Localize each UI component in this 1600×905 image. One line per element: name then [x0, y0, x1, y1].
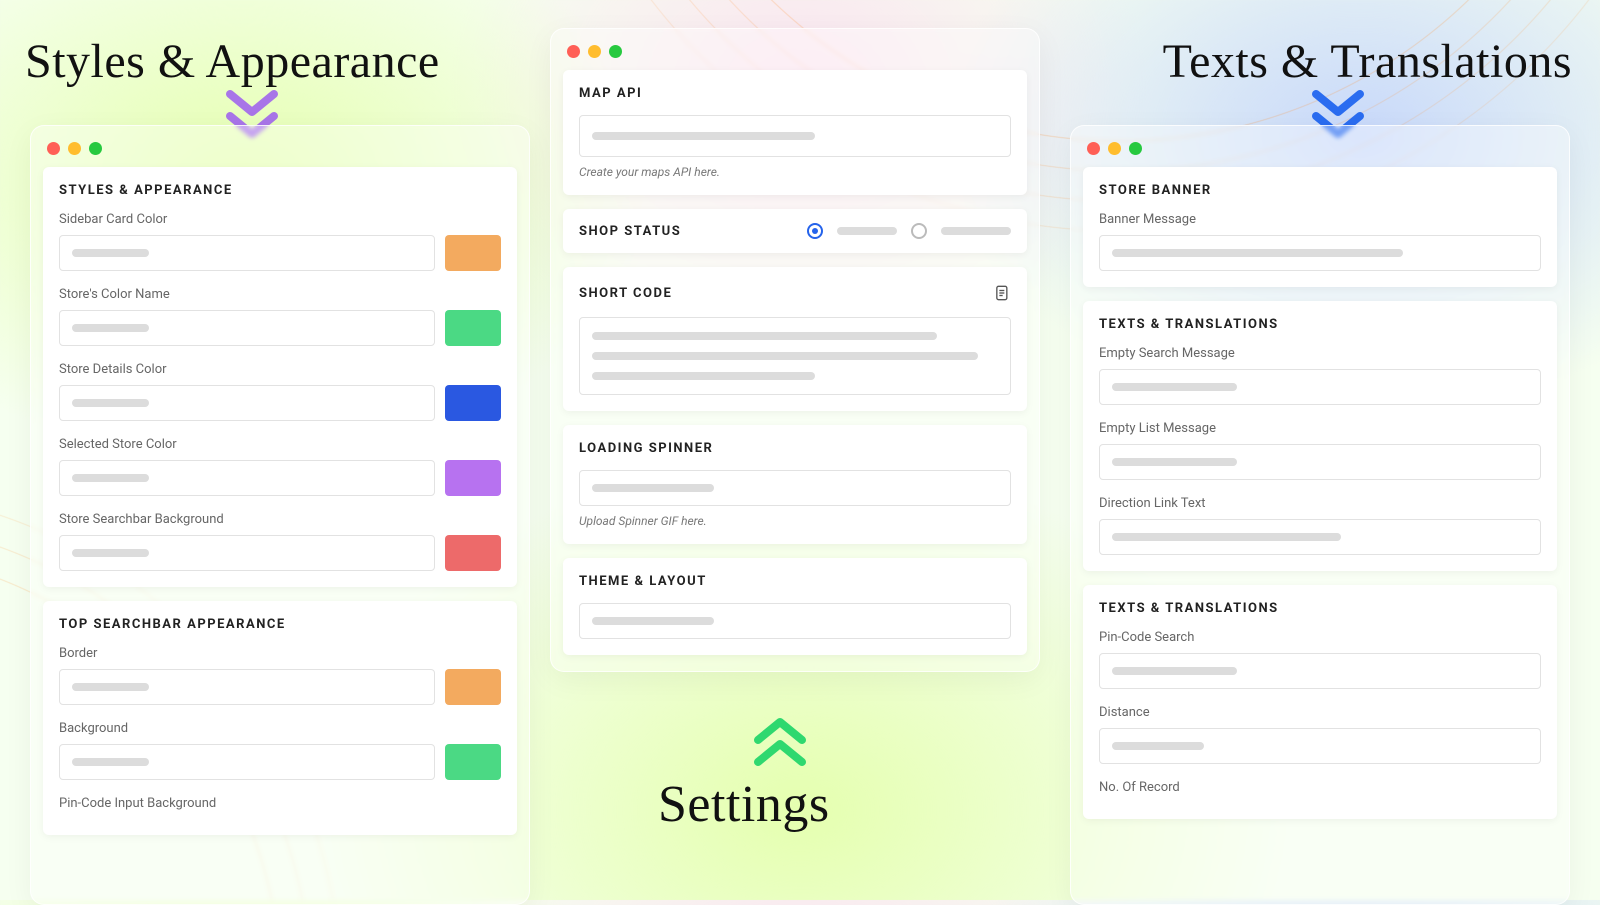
chevron-up-icon [750, 710, 810, 766]
text-input[interactable] [1099, 519, 1541, 555]
card-header: MAP API [579, 86, 1011, 101]
text-input[interactable] [1099, 369, 1541, 405]
field-label: Distance [1099, 705, 1541, 720]
card-styles-appearance: STYLES & APPEARANCE Sidebar Card Color S… [43, 167, 517, 587]
field-label: Pin-Code Search [1099, 630, 1541, 645]
color-swatch[interactable] [445, 235, 501, 271]
page-title-settings: Settings [658, 775, 830, 834]
window-titlebar [1083, 138, 1557, 167]
maximize-icon[interactable] [609, 45, 622, 58]
card-header: THEME & LAYOUT [579, 574, 1011, 589]
field-label: Selected Store Color [59, 437, 501, 452]
radio-option[interactable] [911, 223, 927, 239]
hint-text: Create your maps API here. [579, 165, 1011, 179]
copy-icon[interactable] [991, 283, 1011, 303]
spinner-input[interactable] [579, 470, 1011, 506]
field-label: Border [59, 646, 501, 661]
field-label: Direction Link Text [1099, 496, 1541, 511]
text-input[interactable] [1099, 235, 1541, 271]
color-swatch[interactable] [445, 669, 501, 705]
card-texts-translations-1: TEXTS & TRANSLATIONS Empty Search Messag… [1083, 301, 1557, 571]
color-input[interactable] [59, 385, 435, 421]
page-title-texts: Texts & Translations [1163, 34, 1572, 89]
color-input[interactable] [59, 669, 435, 705]
window-settings: MAP API Create your maps API here. SHOP … [550, 28, 1040, 672]
maximize-icon[interactable] [89, 142, 102, 155]
color-swatch[interactable] [445, 385, 501, 421]
minimize-icon[interactable] [1108, 142, 1121, 155]
theme-input[interactable] [579, 603, 1011, 639]
card-header: STYLES & APPEARANCE [59, 183, 501, 198]
color-input[interactable] [59, 744, 435, 780]
field-label: Banner Message [1099, 212, 1541, 227]
close-icon[interactable] [567, 45, 580, 58]
field-label: Store Searchbar Background [59, 512, 501, 527]
card-shop-status: SHOP STATUS [563, 209, 1027, 253]
field-label: Store's Color Name [59, 287, 501, 302]
field-label: Pin-Code Input Background [59, 796, 501, 811]
shortcode-field[interactable] [579, 317, 1011, 395]
field-label: Sidebar Card Color [59, 212, 501, 227]
color-swatch[interactable] [445, 744, 501, 780]
map-api-input[interactable] [579, 115, 1011, 157]
card-header: TOP SEARCHBAR APPEARANCE [59, 617, 501, 632]
card-header: STORE BANNER [1099, 183, 1541, 198]
card-header: SHORT CODE [579, 286, 672, 301]
text-input[interactable] [1099, 653, 1541, 689]
card-short-code: SHORT CODE [563, 267, 1027, 411]
radio-label [837, 227, 897, 235]
card-header: TEXTS & TRANSLATIONS [1099, 601, 1541, 616]
field-label: No. Of Record [1099, 780, 1541, 795]
card-texts-translations-2: TEXTS & TRANSLATIONS Pin-Code Search Dis… [1083, 585, 1557, 819]
radio-option[interactable] [807, 223, 823, 239]
card-header: LOADING SPINNER [579, 441, 1011, 456]
card-top-searchbar: TOP SEARCHBAR APPEARANCE Border Backgrou… [43, 601, 517, 835]
close-icon[interactable] [47, 142, 60, 155]
color-swatch[interactable] [445, 460, 501, 496]
color-input[interactable] [59, 535, 435, 571]
card-theme-layout: THEME & LAYOUT [563, 558, 1027, 655]
text-input[interactable] [1099, 444, 1541, 480]
field-label: Background [59, 721, 501, 736]
minimize-icon[interactable] [588, 45, 601, 58]
hint-text: Upload Spinner GIF here. [579, 514, 1011, 528]
radio-label [941, 227, 1011, 235]
color-input[interactable] [59, 310, 435, 346]
maximize-icon[interactable] [1129, 142, 1142, 155]
field-label: Empty Search Message [1099, 346, 1541, 361]
field-label: Empty List Message [1099, 421, 1541, 436]
card-map-api: MAP API Create your maps API here. [563, 70, 1027, 195]
color-input[interactable] [59, 460, 435, 496]
card-header: SHOP STATUS [579, 224, 681, 239]
color-input[interactable] [59, 235, 435, 271]
minimize-icon[interactable] [68, 142, 81, 155]
color-swatch[interactable] [445, 535, 501, 571]
window-titlebar [563, 41, 1027, 70]
field-label: Store Details Color [59, 362, 501, 377]
window-texts-translations: STORE BANNER Banner Message TEXTS & TRAN… [1070, 125, 1570, 905]
window-titlebar [43, 138, 517, 167]
card-header: TEXTS & TRANSLATIONS [1099, 317, 1541, 332]
close-icon[interactable] [1087, 142, 1100, 155]
color-swatch[interactable] [445, 310, 501, 346]
page-title-styles: Styles & Appearance [25, 34, 440, 89]
card-loading-spinner: LOADING SPINNER Upload Spinner GIF here. [563, 425, 1027, 544]
text-input[interactable] [1099, 728, 1541, 764]
window-styles-appearance: STYLES & APPEARANCE Sidebar Card Color S… [30, 125, 530, 905]
card-store-banner: STORE BANNER Banner Message [1083, 167, 1557, 287]
